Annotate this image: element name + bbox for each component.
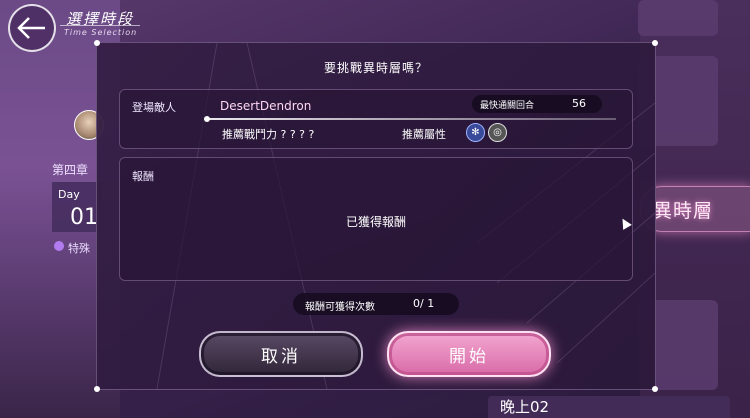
time-slot-item[interactable]: 晚上02	[488, 396, 730, 418]
start-label: 開始	[449, 346, 489, 367]
chapter-label: 第四章	[52, 163, 89, 177]
enemy-panel: 登場敵人 DesertDendron 最快通關回合 56 推薦戰鬥力 ? ? ?…	[119, 89, 633, 149]
enemy-name: DesertDendron	[220, 99, 312, 113]
start-button[interactable]: 開始	[387, 331, 551, 377]
corner-dot	[652, 40, 658, 46]
swirl-icon: ◎	[488, 123, 507, 142]
page-subtitle: Time Selection	[64, 28, 138, 37]
corner-dot	[652, 386, 658, 392]
right-card	[638, 0, 718, 36]
day-number: 01	[70, 205, 98, 230]
reward-count-label: 報酬可獲得次數	[305, 302, 375, 313]
reward-label: 報酬	[132, 170, 154, 183]
special-icon	[54, 241, 64, 251]
reward-count-value: 0/ 1	[413, 297, 435, 310]
day-label: Day	[58, 188, 80, 201]
fastest-clear-label: 最快通關回合	[480, 101, 535, 111]
back-button[interactable]	[8, 4, 56, 52]
enemy-label: 登場敵人	[132, 101, 176, 114]
corner-dot	[94, 40, 100, 46]
cancel-button[interactable]: 取消	[199, 331, 363, 377]
dialog-title: 要挑戰異時層嗎？	[323, 61, 428, 75]
challenge-dialog: 要挑戰異時層嗎？ 登場敵人 DesertDendron 最快通關回合 56 推薦…	[94, 40, 658, 392]
recommended-power: 推薦戰鬥力 ? ? ? ?	[222, 128, 315, 141]
corner-dot	[94, 386, 100, 392]
snowflake-icon: ✻	[466, 123, 485, 142]
fastest-clear-value: 56	[572, 97, 586, 110]
divider	[206, 118, 616, 120]
recommended-attribute-label: 推薦屬性	[402, 128, 446, 141]
arrow-left-icon	[17, 17, 45, 39]
special-label: 特殊	[68, 242, 90, 255]
time-slot-button[interactable]: 異時層	[640, 186, 750, 232]
reward-panel: 報酬 已獲得報酬	[119, 157, 633, 281]
cancel-label: 取消	[261, 346, 301, 367]
reward-status: 已獲得報酬	[345, 215, 406, 229]
divider	[60, 25, 140, 26]
time-slot-label: 異時層	[653, 200, 714, 222]
